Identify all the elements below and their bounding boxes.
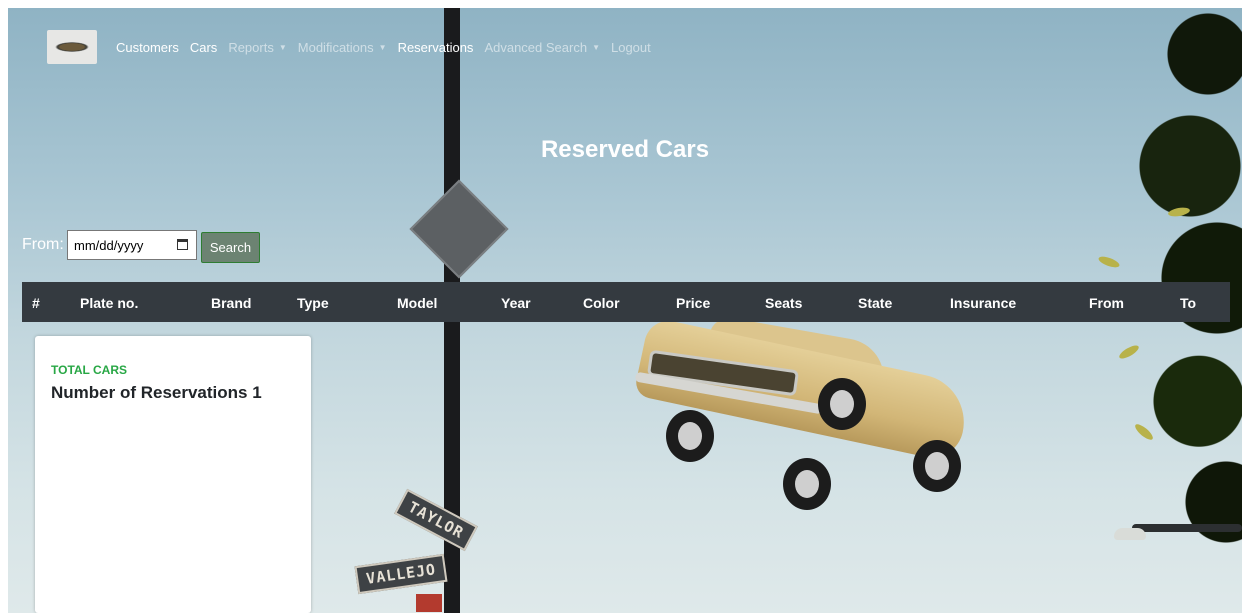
street-sign-vallejo: VALLEJO [354,553,448,595]
red-sign [416,594,442,612]
column-header-type: Type [297,295,329,311]
column-header-brand: Brand [211,295,252,311]
nav-modifications-dropdown[interactable]: Modifications ▼ [298,40,387,55]
nav-advanced-search-dropdown[interactable]: Advanced Search ▼ [484,40,600,55]
column-header-from: From [1089,295,1124,311]
nav-advanced-search-label: Advanced Search [484,39,588,55]
reservation-count: Number of Reservations 1 [51,383,262,402]
column-header-color: Color [583,295,620,311]
total-cars-card: TOTAL CARS Number of Reservations 1 [35,336,311,613]
column-header-year: Year [501,295,531,311]
navbar: Customers Cars Reports ▼ Modifications ▼ R… [47,30,662,64]
caret-down-icon: ▼ [592,42,600,52]
nav-logout-label: Logout [610,39,651,55]
nav-reports-label: Reports [228,39,274,55]
column-header-plate: Plate no. [80,295,139,311]
nav-reports-dropdown[interactable]: Reports ▼ [228,40,286,55]
nav-cars-label: Cars [189,39,218,55]
caret-down-icon: ▼ [278,42,287,52]
flying-car-image [628,314,978,510]
column-header-to: To [1180,295,1197,311]
nav-logout[interactable]: Logout [611,40,651,55]
nav-reservations[interactable]: Reservations [398,40,474,55]
car-wheel [818,378,866,430]
card-label: TOTAL CARS [51,363,128,377]
street-sign-taylor: TAYLOR [394,488,479,552]
nav-cars[interactable]: Cars [190,40,217,55]
from-date-input[interactable]: mm/dd/yyyy [67,230,197,260]
car-wheel [913,440,961,492]
column-header-price: Price [676,295,711,311]
car-logo-icon [55,42,89,52]
car-wheel [666,410,714,462]
brand-logo[interactable] [47,30,97,64]
nav-customers[interactable]: Customers [116,40,179,55]
column-header-seats: Seats [765,295,803,311]
column-header-insurance: Insurance [950,295,1017,311]
search-button[interactable]: Search [201,232,260,263]
nav-reservations-label: Reservations [397,39,474,55]
car-wheel [783,458,831,510]
column-header-number: # [32,295,40,311]
nav-customers-label: Customers [116,39,179,55]
diamond-sign [409,179,509,279]
calendar-icon[interactable] [177,239,188,250]
street-lamp-arm [1132,524,1242,532]
column-header-model: Model [397,295,438,311]
column-header-state: State [858,295,893,311]
street-lamp-head [1114,528,1146,540]
page-title: Reserved Cars [540,136,710,163]
date-placeholder: mm/dd/yyyy [74,237,144,253]
table-header: # Plate no. Brand Type Model Year Color … [22,282,1230,322]
from-label: From: [22,236,64,253]
caret-down-icon: ▼ [378,42,387,52]
nav-modifications-label: Modifications [297,39,374,55]
